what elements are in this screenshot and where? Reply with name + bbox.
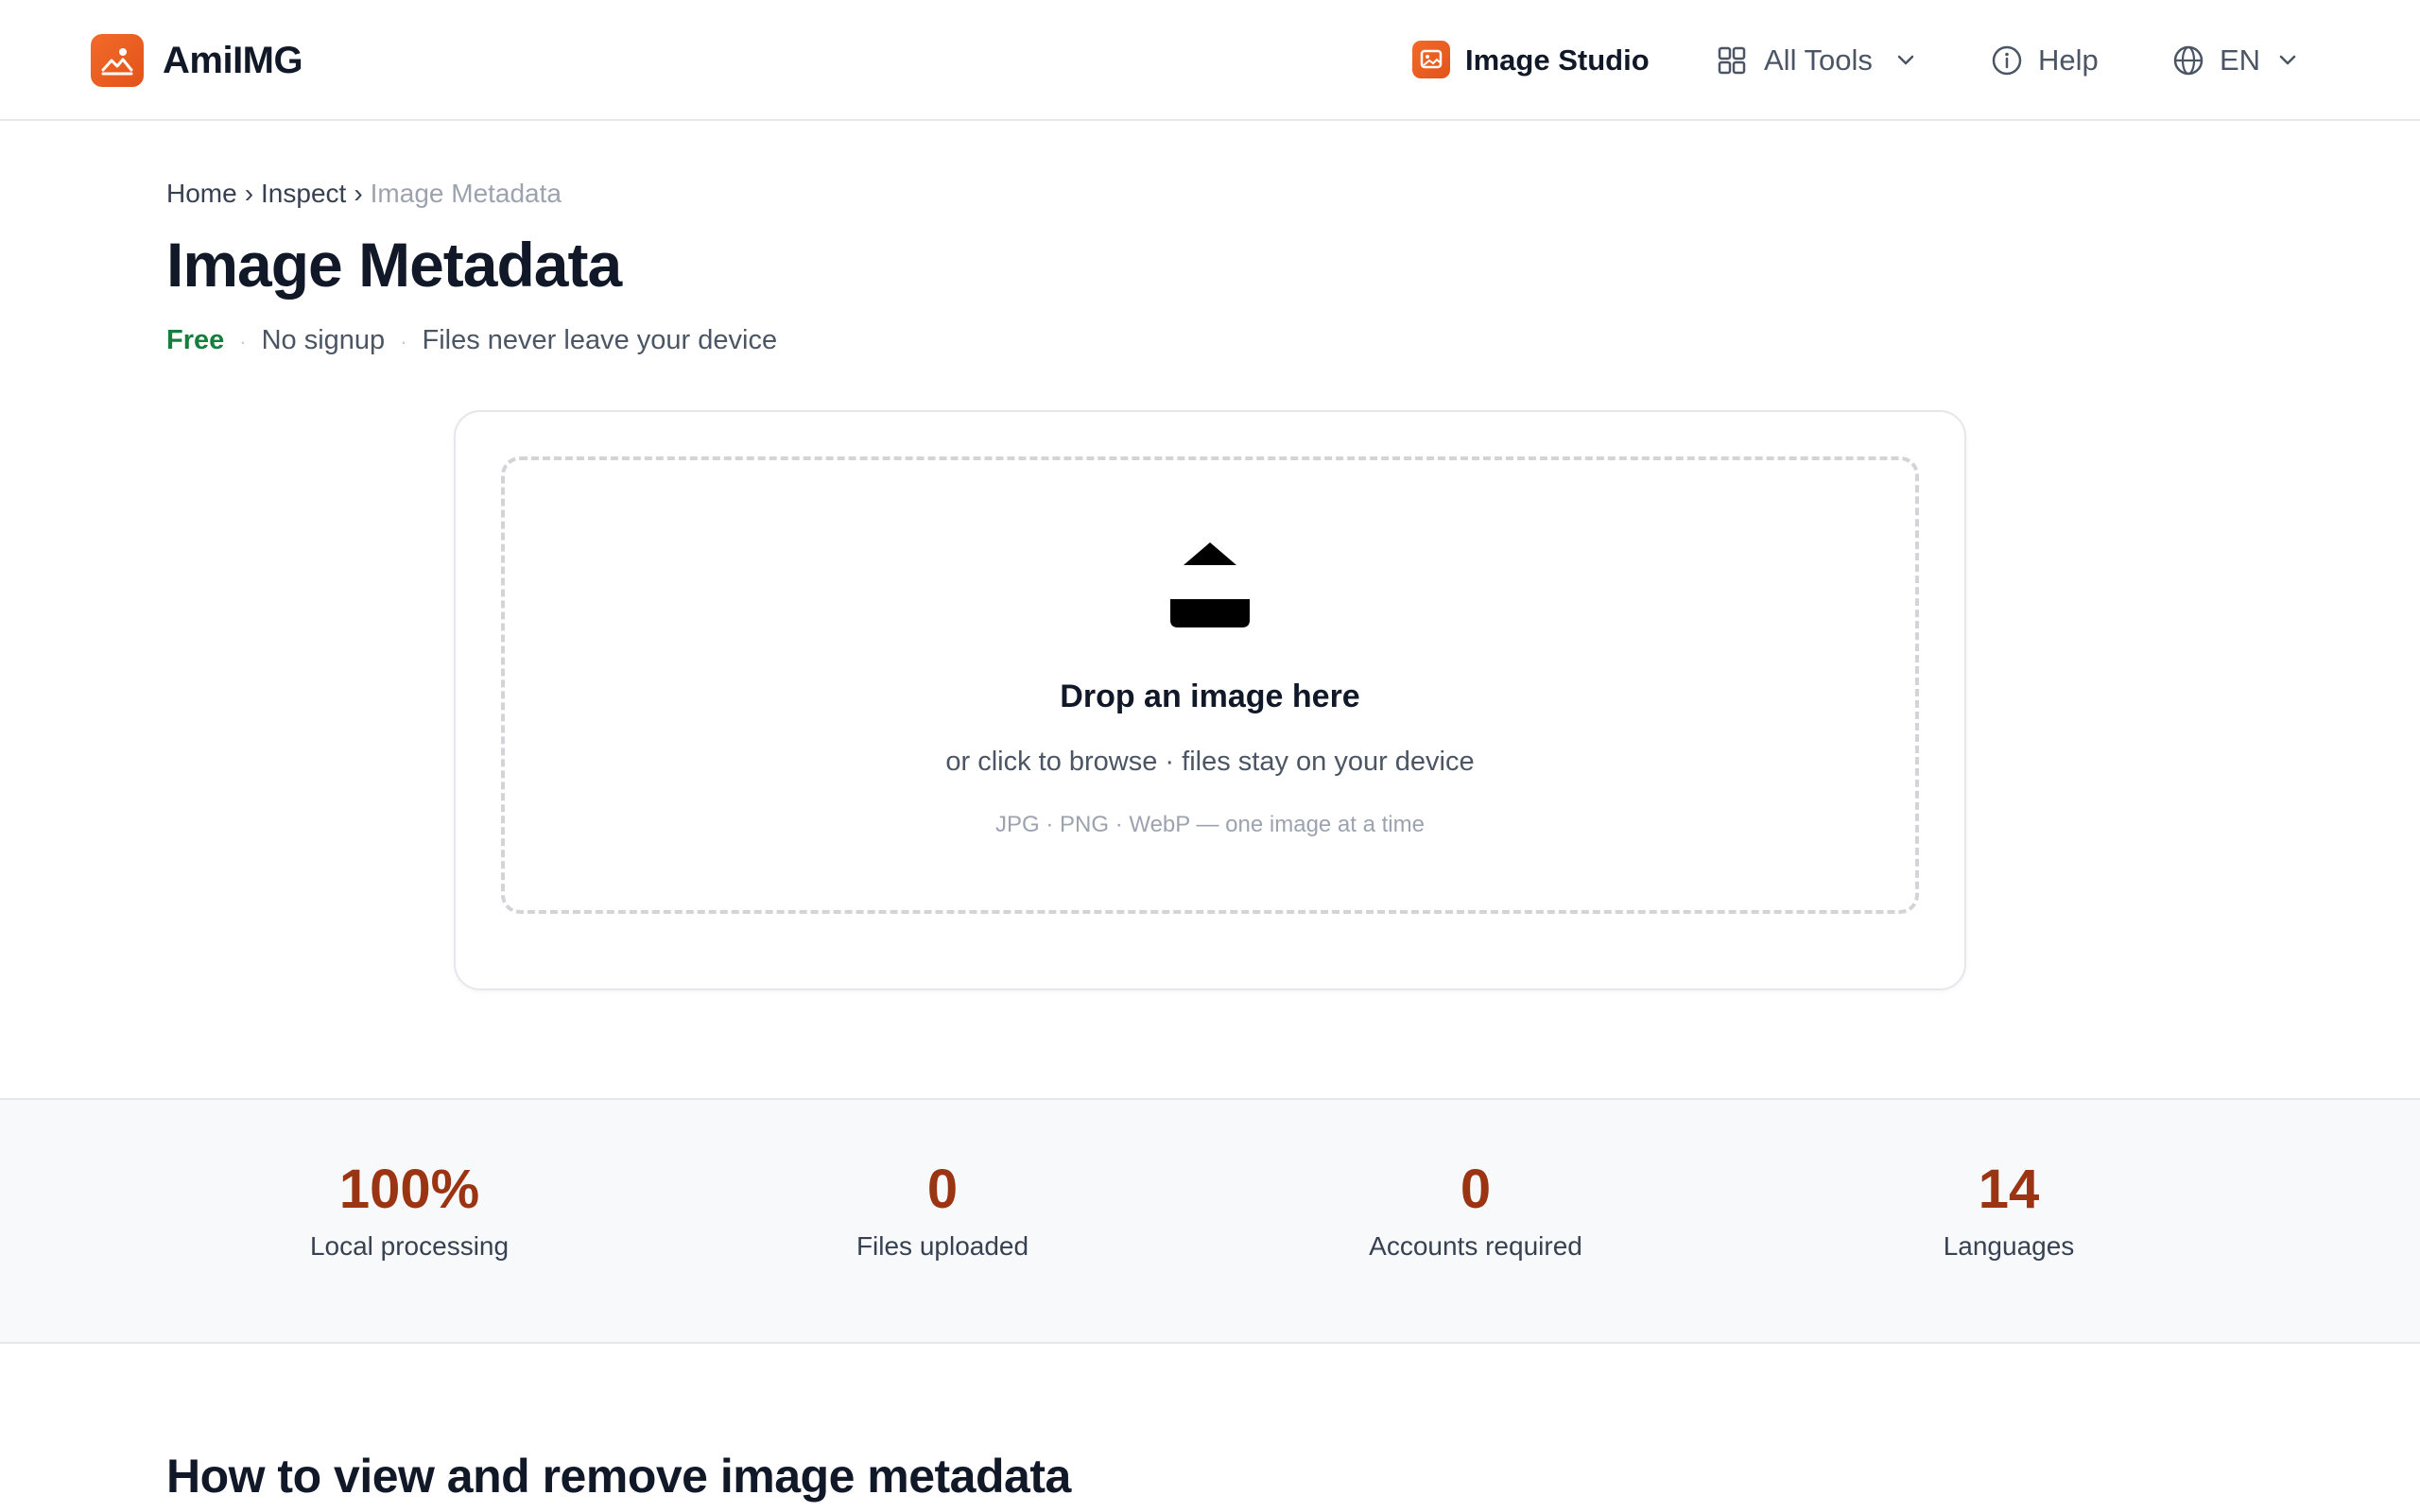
stat-files-uploaded: 0 Files uploaded xyxy=(753,1157,1132,1263)
language-selector[interactable]: EN xyxy=(2220,38,2260,83)
stat-accounts-required: 0 Accounts required xyxy=(1287,1157,1665,1263)
dropzone-formats: JPG · PNG · WebP — one image at a time xyxy=(995,812,1425,837)
stat-label: Accounts required xyxy=(1369,1231,1582,1261)
breadcrumb-home[interactable]: Home xyxy=(166,179,237,208)
stat-value: 100% xyxy=(338,1159,480,1220)
stat-value: 0 xyxy=(926,1159,959,1220)
chevron-down-icon[interactable] xyxy=(2276,51,2299,70)
breadcrumb-current: Image Metadata xyxy=(370,179,562,208)
upload-icon xyxy=(1170,542,1250,627)
feature-tagline: Free · No signup · Files never leave your de… xyxy=(166,323,777,359)
nav-help[interactable]: Help xyxy=(2038,38,2099,83)
image-studio-icon xyxy=(1412,41,1450,78)
nav-image-studio[interactable]: Image Studio xyxy=(1465,38,1650,83)
chevron-down-icon[interactable] xyxy=(1894,51,1917,70)
nav-all-tools[interactable]: All Tools xyxy=(1764,38,1873,83)
info-icon xyxy=(1992,45,2022,76)
breadcrumb-separator: › xyxy=(244,179,254,208)
breadcrumb-inspect[interactable]: Inspect xyxy=(261,179,346,208)
privacy-text: Files never leave your device xyxy=(422,325,778,355)
dropzone-title: Drop an image here xyxy=(1060,679,1360,714)
brand-name[interactable]: AmiIMG xyxy=(163,38,303,83)
separator-dot: · xyxy=(239,330,247,353)
breadcrumb-separator: › xyxy=(354,179,363,208)
stat-value: 14 xyxy=(1978,1159,2040,1220)
page-title: Image Metadata xyxy=(166,230,622,300)
howto-heading: How to view and remove image metadata xyxy=(166,1450,1071,1503)
stat-label: Languages xyxy=(1943,1231,2075,1261)
stat-local-processing: 100% Local processing xyxy=(220,1157,598,1263)
logo-icon[interactable] xyxy=(91,34,144,87)
stat-value: 0 xyxy=(1460,1159,1492,1220)
breadcrumb: Home › Inspect › Image Metadata xyxy=(166,178,562,210)
grid-icon xyxy=(1718,46,1746,75)
free-badge: Free xyxy=(166,325,225,355)
no-signup-text: No signup xyxy=(261,325,386,355)
top-navbar: AmiIMG Image Studio All Tools Help EN xyxy=(0,0,2420,121)
globe-icon xyxy=(2173,45,2204,76)
stat-label: Local processing xyxy=(309,1231,510,1261)
dropzone-subtitle: or click to browse · files stay on your … xyxy=(945,747,1475,777)
separator-dot: · xyxy=(400,330,407,353)
stat-languages: 14 Languages xyxy=(1820,1157,2198,1263)
stat-label: Files uploaded xyxy=(856,1231,1029,1261)
